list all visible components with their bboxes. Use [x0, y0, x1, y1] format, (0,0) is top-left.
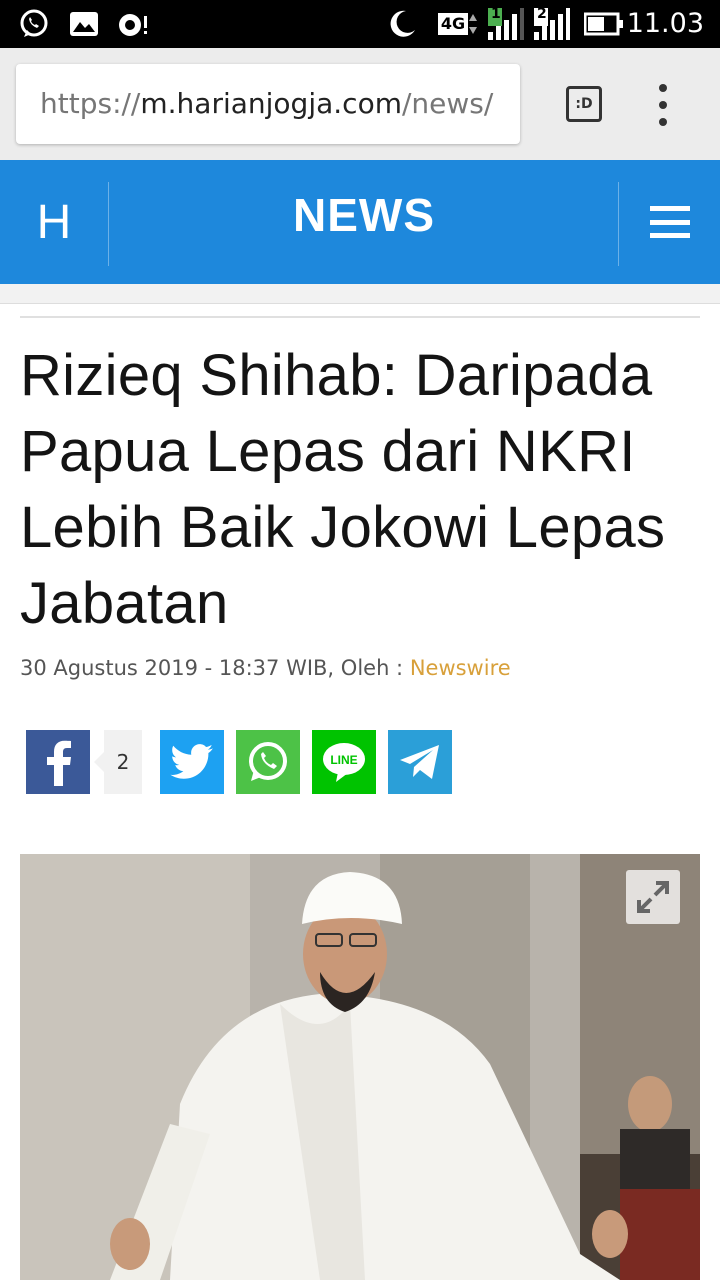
article-meta: 30 Agustus 2019 - 18:37 WIB, Oleh : News… — [20, 654, 511, 682]
url-text[interactable]: https://m.harianjogja.com/news/ — [40, 86, 493, 122]
photo-illustration — [20, 854, 700, 1280]
article-photo[interactable] — [20, 854, 700, 1280]
header-divider — [108, 182, 109, 266]
telegram-icon — [400, 745, 439, 779]
browser-menu-icon[interactable] — [648, 84, 678, 126]
gallery-icon — [68, 8, 100, 40]
whatsapp-notification-icon — [16, 8, 52, 40]
status-time: 11.03 — [626, 8, 704, 39]
camera-icon — [116, 8, 150, 40]
url-host: m.harianjogja.com — [140, 87, 402, 120]
header-divider — [618, 182, 619, 266]
site-logo[interactable]: H — [0, 160, 108, 284]
expand-photo-button[interactable] — [626, 870, 680, 924]
facebook-icon — [47, 740, 71, 786]
url-path: /news/ — [401, 87, 494, 120]
section-title[interactable]: NEWS — [110, 160, 618, 284]
whatsapp-icon — [249, 742, 287, 781]
network-type-icon: 4G — [434, 8, 482, 40]
status-bar: 4G 1 2 11.03 — [0, 0, 720, 48]
line-share-button[interactable]: LINE — [312, 730, 376, 794]
article-title: Rizieq Shihab: Daripada Papua Lepas dari… — [20, 343, 666, 636]
hamburger-menu-icon[interactable] — [650, 206, 690, 238]
article-date: 30 Agustus 2019 - 18:37 WIB, Oleh : — [20, 656, 410, 680]
battery-icon — [584, 8, 624, 40]
line-icon: LINE — [323, 743, 365, 782]
twitter-icon — [170, 744, 213, 779]
twitter-share-button[interactable] — [160, 730, 224, 794]
site-header: H NEWS — [0, 160, 720, 284]
address-bar[interactable]: https://m.harianjogja.com/news/ — [16, 64, 520, 144]
divider — [20, 316, 700, 318]
header-shadow-strip — [0, 284, 720, 304]
sim2-label: 2 — [537, 6, 547, 22]
whatsapp-share-button[interactable] — [236, 730, 300, 794]
facebook-share-count: 2 — [94, 730, 142, 794]
sim1-label: 1 — [491, 6, 501, 22]
telegram-share-button[interactable] — [388, 730, 452, 794]
signal-sim1-icon: 1 — [486, 6, 526, 40]
browser-toolbar: https://m.harianjogja.com/news/ :D — [0, 48, 720, 160]
moon-icon — [384, 8, 420, 40]
facebook-share-button[interactable] — [26, 730, 90, 794]
line-icon-label: LINE — [330, 753, 357, 767]
url-scheme: https:// — [40, 87, 141, 120]
expand-icon — [637, 881, 669, 913]
network-label: 4G — [437, 13, 469, 35]
article-author-link[interactable]: Newswire — [410, 656, 511, 680]
signal-sim2-icon: 2 — [532, 6, 572, 40]
reader-mode-button[interactable]: :D — [566, 86, 602, 122]
